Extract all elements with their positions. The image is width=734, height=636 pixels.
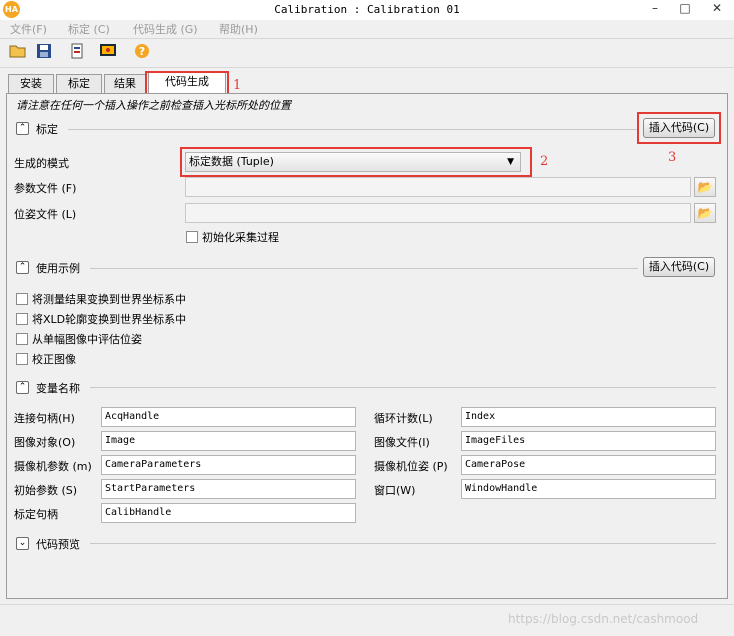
variable-field[interactable]: StartParameters	[101, 479, 356, 499]
variable-label: 初始参数 (S)	[14, 484, 78, 497]
variable-label: 图像文件(I)	[374, 436, 430, 449]
variable-label: 摄像机参数 (m)	[14, 460, 92, 473]
help-icon[interactable]: ?	[132, 43, 152, 63]
collapse-icon[interactable]: ⌃	[16, 122, 29, 135]
watermark: https://blog.csdn.net/cashmood	[508, 612, 699, 626]
param-file-label: 参数文件 (F)	[14, 182, 77, 195]
section-divider	[90, 387, 716, 388]
preview-section-title: 代码预览	[36, 538, 80, 551]
section-divider	[90, 543, 716, 544]
variable-label: 连接句柄(H)	[14, 412, 75, 425]
export-icon[interactable]	[68, 43, 88, 63]
variable-label: 循环计数(L)	[374, 412, 433, 425]
tab-results[interactable]: 结果	[104, 74, 146, 93]
variable-label: 摄像机位姿 (P)	[374, 460, 448, 473]
annotation-box-3	[637, 112, 721, 144]
option-label: 从单幅图像中评估位姿	[32, 333, 142, 346]
variable-field[interactable]: AcqHandle	[101, 407, 356, 427]
examples-section-title: 使用示例	[36, 262, 80, 275]
expand-icon[interactable]: ⌄	[16, 537, 29, 550]
menu-bar	[0, 20, 734, 38]
option-label: 将XLD轮廓变换到世界坐标系中	[32, 313, 187, 326]
insert-code-button[interactable]: 插入代码(C)	[643, 257, 715, 277]
section-divider	[90, 268, 638, 269]
maximize-icon[interactable]: □	[670, 0, 700, 18]
tab-setup[interactable]: 安装	[8, 74, 54, 93]
open-folder-icon[interactable]	[8, 43, 28, 63]
option-checkbox[interactable]	[16, 353, 28, 365]
pose-file-label: 位姿文件 (L)	[14, 208, 77, 221]
section-divider	[68, 129, 638, 130]
save-icon[interactable]	[34, 43, 54, 63]
param-file-field[interactable]	[185, 177, 691, 197]
calibration-section-title: 标定	[36, 123, 58, 136]
settings-icon[interactable]	[98, 43, 118, 63]
info-text: 请注意在任何一个插入操作之前检查插入光标所处的位置	[16, 99, 291, 112]
option-label: 校正图像	[32, 353, 76, 366]
menu-file[interactable]: 文件(F)	[10, 21, 47, 37]
variable-label: 图像对象(O)	[14, 436, 76, 449]
collapse-icon[interactable]: ⌃	[16, 261, 29, 274]
menu-code-generation[interactable]: 代码生成 (G)	[133, 21, 198, 37]
variable-field[interactable]: Index	[461, 407, 716, 427]
option-label: 将测量结果变换到世界坐标系中	[32, 293, 186, 306]
option-checkbox[interactable]	[16, 333, 28, 345]
annotation-mark-2: 2	[540, 154, 549, 169]
variable-label: 标定句柄	[14, 508, 58, 521]
variable-field[interactable]: Image	[101, 431, 356, 451]
close-icon[interactable]: ✕	[700, 0, 734, 18]
mode-label: 生成的模式	[14, 157, 69, 170]
option-checkbox[interactable]	[16, 313, 28, 325]
variables-section-title: 变量名称	[36, 382, 80, 395]
variable-field[interactable]: WindowHandle	[461, 479, 716, 499]
window-title: Calibration : Calibration 01	[274, 3, 460, 16]
annotation-mark-1: 1	[233, 78, 242, 93]
collapse-icon[interactable]: ⌃	[16, 381, 29, 394]
variable-label: 窗口(W)	[374, 484, 416, 497]
minimize-icon[interactable]: –	[640, 0, 670, 18]
pose-file-field[interactable]	[185, 203, 691, 223]
svg-text:?: ?	[139, 45, 145, 58]
option-checkbox[interactable]	[16, 293, 28, 305]
annotation-mark-3: 3	[668, 150, 677, 165]
browse-folder-icon[interactable]: 📂	[694, 203, 716, 223]
variable-field[interactable]: CalibHandle	[101, 503, 356, 523]
variable-field[interactable]: CameraPose	[461, 455, 716, 475]
tab-calibration[interactable]: 标定	[56, 74, 102, 93]
browse-folder-icon[interactable]: 📂	[694, 177, 716, 197]
init-acquisition-label: 初始化采集过程	[202, 231, 279, 244]
variable-field[interactable]: CameraParameters	[101, 455, 356, 475]
init-acquisition-checkbox[interactable]	[186, 231, 198, 243]
menu-calibration[interactable]: 标定 (C)	[68, 21, 110, 37]
menu-help[interactable]: 帮助(H)	[219, 21, 258, 37]
variable-field[interactable]: ImageFiles	[461, 431, 716, 451]
annotation-box-2	[180, 147, 532, 177]
